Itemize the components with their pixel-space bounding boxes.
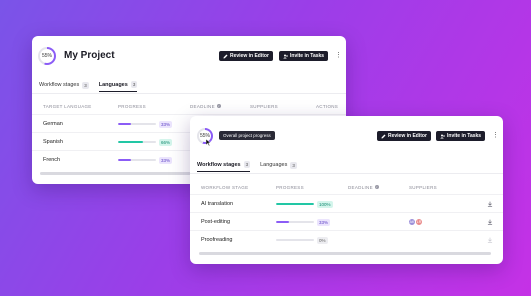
column-header-suppliers: SUPPLIERS (250, 103, 278, 109)
add-user-icon (440, 134, 445, 138)
tab-workflow-stages[interactable]: Workflow stages 3 (197, 161, 251, 172)
table-row[interactable]: Post-editing 33% AK LR (190, 212, 503, 230)
column-header-deadline: DEADLINE i (348, 185, 379, 190)
progress-bar-fill (118, 141, 144, 143)
progress-cell: 33% (276, 213, 331, 231)
progress-ring-label: 55% (41, 53, 52, 59)
progress-percent: 33% (159, 120, 173, 128)
progress-bar-fill (118, 159, 131, 161)
progress-bar (118, 123, 156, 125)
more-options-icon[interactable]: ⋮ (492, 132, 499, 139)
download-icon[interactable] (487, 237, 493, 243)
column-header-actions: ACTIONS (316, 103, 339, 109)
tab-workflow-stages[interactable]: Workflow stages 3 (39, 81, 89, 92)
progress-bar (118, 159, 156, 161)
table-row[interactable]: Proofreading 0% (190, 230, 503, 248)
pencil-icon (381, 134, 386, 138)
download-icon[interactable] (487, 219, 493, 225)
horizontal-scrollbar[interactable] (199, 252, 491, 255)
progress-percent: 33% (159, 156, 173, 164)
info-icon[interactable]: i (374, 185, 379, 189)
invite-in-tasks-button[interactable]: Invite in Tasks (436, 131, 486, 141)
progress-cell: 100% (276, 195, 333, 213)
review-button-label: Review in Editor (388, 133, 427, 139)
project-title: My Project (64, 50, 115, 61)
column-header-deadline: DEADLINE i (190, 104, 221, 109)
card-tabs: Workflow stages 3 Languages 3 (39, 81, 138, 92)
table-header: WORKFLOW STAGE PROGRESS DEADLINE i SUPPLI… (190, 183, 503, 191)
tab-label: Workflow stages (39, 82, 80, 88)
invite-button-label: Invite in Tasks (447, 133, 482, 139)
tab-label: Languages (260, 162, 288, 168)
tab-count-badge: 3 (82, 81, 89, 89)
progress-bar (276, 203, 314, 205)
tabs-divider (190, 173, 503, 174)
progress-cell: 33% (118, 115, 173, 133)
tab-count-badge: 3 (290, 161, 297, 169)
progress-bar (276, 239, 314, 241)
progress-bar-fill (276, 203, 314, 205)
progress-cell: 0% (276, 231, 328, 249)
column-header-stage: WORKFLOW STAGE (201, 184, 249, 190)
progress-bar (276, 221, 314, 223)
progress-bar (118, 141, 156, 143)
language-name: German (43, 121, 63, 127)
more-options-icon[interactable]: ⋮ (335, 52, 342, 59)
tab-languages[interactable]: Languages 3 (98, 81, 138, 92)
tab-count-badge: 3 (243, 161, 251, 168)
column-header-progress: PROGRESS (276, 184, 304, 190)
table-header: TARGET LANGUAGE PROGRESS DEADLINE i SUPPL… (32, 102, 346, 110)
project-progress-ring: 55% (38, 47, 56, 65)
tab-label: Workflow stages (197, 161, 241, 168)
column-header-suppliers: SUPPLIERS (409, 184, 437, 190)
deadline-label: DEADLINE (190, 103, 215, 109)
stage-name: Proofreading (201, 237, 233, 243)
mouse-cursor-icon (206, 139, 211, 146)
tab-label: Languages (98, 81, 128, 88)
deadline-label: DEADLINE (348, 184, 373, 190)
language-name: Spanish (43, 139, 63, 145)
review-in-editor-button[interactable]: Review in Editor (219, 51, 273, 61)
supplier-avatar[interactable]: LR (415, 218, 423, 226)
progress-percent: 0% (317, 236, 328, 244)
stage-name: AI translation (201, 201, 234, 207)
tabs-divider (32, 93, 346, 94)
review-button-label: Review in Editor (230, 53, 269, 59)
add-user-icon (283, 54, 288, 58)
card-tabs: Workflow stages 3 Languages 3 (197, 161, 297, 172)
progress-cell: 33% (118, 151, 173, 169)
tab-languages[interactable]: Languages 3 (260, 161, 297, 172)
column-header-progress: PROGRESS (118, 103, 146, 109)
progress-percent: 66% (159, 138, 173, 146)
invite-in-tasks-button[interactable]: Invite in Tasks (279, 51, 329, 61)
language-name: French (43, 157, 61, 163)
progress-cell: 66% (118, 133, 173, 151)
info-icon[interactable]: i (216, 104, 221, 108)
progress-bar-fill (118, 123, 131, 125)
download-icon[interactable] (487, 201, 493, 207)
stage-name: Post-editing (201, 219, 231, 225)
table-row[interactable]: AI translation 100% (190, 194, 503, 212)
progress-percent: 100% (317, 200, 333, 208)
progress-percent: 33% (317, 218, 331, 226)
column-header-language: TARGET LANGUAGE (43, 103, 92, 109)
tab-count-badge: 3 (130, 81, 138, 88)
progress-tooltip: Overall project progress (219, 131, 275, 140)
invite-button-label: Invite in Tasks (290, 53, 325, 59)
pencil-icon (223, 54, 228, 58)
project-card-foreground: 55% Overall project progress Review in E… (190, 116, 503, 264)
progress-bar-fill (276, 221, 289, 223)
review-in-editor-button[interactable]: Review in Editor (377, 131, 431, 141)
